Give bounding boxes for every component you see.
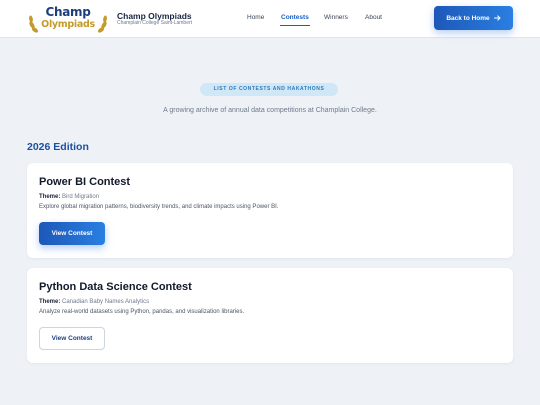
nav-winners[interactable]: Winners — [324, 14, 348, 21]
nav-home[interactable]: Home — [247, 14, 264, 21]
section-pill: LIST OF CONTESTS AND HAKATHONS — [200, 83, 338, 96]
theme-value: Canadian Baby Names Analytics — [62, 299, 150, 305]
view-contest-button[interactable]: View Contest — [39, 327, 105, 350]
contest-theme: Theme: Canadian Baby Names Analytics — [39, 299, 149, 305]
theme-label: Theme: — [39, 299, 61, 305]
contest-description: Analyze real-world datasets using Python… — [39, 309, 245, 315]
brand-subtitle: Champlain College Saint-Lambert — [117, 20, 193, 26]
logo-word-olympiads: Olympiads — [41, 19, 95, 30]
logo-word-champ: Champ — [45, 5, 91, 19]
contest-title: Power BI Contest — [39, 176, 131, 188]
site-logo[interactable]: Champ Olympiads — [28, 5, 108, 35]
theme-value: Bird Migration — [62, 194, 100, 200]
nav-contests[interactable]: Contests — [281, 14, 309, 21]
contest-title: Python Data Science Contest — [39, 281, 192, 293]
nav-active-underline — [280, 25, 310, 26]
hero-subtitle: A growing archive of annual data competi… — [163, 107, 377, 114]
view-contest-button[interactable]: View Contest — [39, 222, 105, 245]
contest-card-power-bi: Power BI Contest Theme: Bird Migration E… — [27, 163, 513, 258]
arrow-right-icon — [493, 15, 501, 21]
contest-description: Explore global migration patterns, biodi… — [39, 204, 279, 210]
nav-about[interactable]: About — [365, 14, 382, 21]
theme-label: Theme: — [39, 194, 61, 200]
contest-theme: Theme: Bird Migration — [39, 194, 99, 200]
back-to-home-button[interactable]: Back to Home — [434, 6, 513, 30]
contest-card-python: Python Data Science Contest Theme: Canad… — [27, 268, 513, 363]
site-header: Champ Olympiads Champ Olympiads Champlai… — [0, 0, 540, 38]
back-to-home-label: Back to Home — [446, 14, 490, 22]
edition-heading: 2026 Edition — [27, 141, 89, 153]
